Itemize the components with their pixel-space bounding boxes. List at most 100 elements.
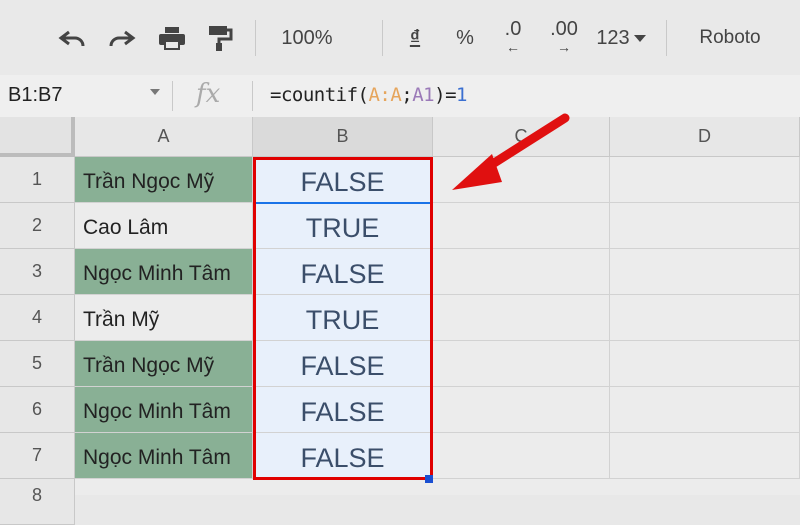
cell-d7[interactable] (610, 433, 800, 479)
right-arrow-icon: → (557, 39, 571, 55)
zoom-select[interactable]: 100% (272, 22, 342, 54)
row-label: 1 (31, 169, 42, 189)
row-label: 7 (31, 445, 42, 465)
cell-text: FALSE (300, 397, 385, 427)
cell-text: FALSE (300, 351, 385, 381)
zoom-value: 100% (281, 26, 333, 49)
cell-d4[interactable] (610, 295, 800, 341)
increase-decimal-label: .00 (550, 18, 578, 40)
cell-text: Trần Ngọc Mỹ (83, 354, 215, 377)
cell-c2[interactable] (433, 203, 610, 249)
row-header[interactable]: 5 (0, 341, 75, 387)
cell-c6[interactable] (433, 387, 610, 433)
formula-number: 1 (456, 84, 467, 106)
cell-c5[interactable] (433, 341, 610, 387)
row-header[interactable]: 4 (0, 295, 75, 341)
cell-text: Ngọc Minh Tâm (83, 400, 231, 423)
font-label: Roboto (699, 27, 761, 48)
formula-bar: B1:B7 fx =countif(A:A;A1)=1 (0, 75, 800, 118)
column-label: D (698, 126, 711, 146)
divider (252, 81, 253, 111)
more-formats-button[interactable]: 123 (592, 22, 650, 54)
cell-text: Ngọc Minh Tâm (83, 262, 231, 285)
cell-c4[interactable] (433, 295, 610, 341)
cell-text: FALSE (300, 443, 385, 473)
decrease-decimal-label: .0 (504, 18, 522, 40)
annotation-arrow-icon (452, 113, 570, 190)
cell-a3[interactable]: Ngọc Minh Tâm (75, 249, 253, 295)
row-header[interactable]: 8 (0, 479, 75, 525)
cell-a2[interactable]: Cao Lâm (75, 203, 253, 249)
cell-text: Trần Mỹ (83, 308, 160, 331)
font-select[interactable]: Roboto (685, 22, 775, 54)
row-header[interactable]: 3 (0, 249, 75, 295)
formula-range: A:A (368, 84, 402, 106)
cell-d3[interactable] (610, 249, 800, 295)
increase-decimal-button[interactable]: .00 → (543, 18, 585, 55)
paint-format-icon[interactable] (200, 22, 240, 54)
row-label: 2 (31, 215, 42, 235)
formula-input[interactable]: =countif(A:A;A1)=1 (270, 84, 467, 106)
column-header-b[interactable]: B (253, 117, 433, 157)
cell-text: TRUE (305, 305, 380, 335)
currency-format-button[interactable]: ₫ (400, 22, 430, 54)
row-label: 5 (31, 353, 42, 373)
divider (172, 81, 173, 111)
cell-b7[interactable]: FALSE (253, 433, 433, 479)
fx-icon: fx (196, 79, 220, 109)
cell-d2[interactable] (610, 203, 800, 249)
cell-text: Trần Ngọc Mỹ (83, 170, 215, 193)
spreadsheet-grid: A B C D 1 2 3 4 5 6 7 8 Trần Ngọc Mỹ Cao… (0, 117, 800, 525)
cell-d1[interactable] (610, 157, 800, 203)
cell-a7[interactable]: Ngọc Minh Tâm (75, 433, 253, 479)
column-label: A (157, 126, 170, 146)
name-box[interactable]: B1:B7 (8, 84, 62, 107)
chevron-down-icon (633, 34, 646, 42)
cell-b1[interactable]: FALSE (253, 157, 433, 203)
column-header-d[interactable]: D (610, 117, 800, 157)
cell-a6[interactable]: Ngọc Minh Tâm (75, 387, 253, 433)
cell-d6[interactable] (610, 387, 800, 433)
row-header[interactable]: 1 (0, 157, 75, 203)
row-header[interactable]: 7 (0, 433, 75, 479)
cell-a5[interactable]: Trần Ngọc Mỹ (75, 341, 253, 387)
column-header-a[interactable]: A (75, 117, 253, 157)
row-label: 8 (31, 485, 42, 505)
name-box-value: B1:B7 (8, 84, 63, 106)
fill-handle[interactable] (425, 475, 433, 483)
column-label: B (336, 126, 349, 146)
toolbar-divider (382, 20, 383, 56)
cell-text: FALSE (300, 259, 385, 289)
select-all-corner[interactable] (0, 117, 75, 157)
formula-part: ; (401, 84, 413, 106)
redo-icon[interactable] (102, 22, 142, 54)
percent-label: % (456, 26, 474, 49)
print-icon[interactable] (152, 22, 192, 54)
cell-text: TRUE (305, 213, 380, 243)
cell-b2[interactable]: TRUE (253, 203, 433, 249)
currency-label: ₫ (409, 26, 421, 49)
cell-b6[interactable]: FALSE (253, 387, 433, 433)
row-label: 6 (31, 399, 42, 419)
formula-part: =countif( (270, 84, 369, 106)
cell-a4[interactable]: Trần Mỹ (75, 295, 253, 341)
cell-b5[interactable]: FALSE (253, 341, 433, 387)
fx-label: fx (196, 79, 221, 109)
cell-b4[interactable]: TRUE (253, 295, 433, 341)
row-header[interactable]: 6 (0, 387, 75, 433)
toolbar-divider (255, 20, 256, 56)
row-label: 3 (31, 261, 42, 281)
cell-c3[interactable] (433, 249, 610, 295)
cell-b3[interactable]: FALSE (253, 249, 433, 295)
active-cell-indicator (256, 202, 430, 204)
more-formats-label: 123 (596, 26, 630, 49)
row-header[interactable]: 2 (0, 203, 75, 249)
row-label: 4 (31, 307, 42, 327)
percent-format-button[interactable]: % (450, 22, 480, 54)
cell-a1[interactable]: Trần Ngọc Mỹ (75, 157, 253, 203)
cell-d5[interactable] (610, 341, 800, 387)
chevron-down-icon[interactable] (150, 89, 160, 95)
decrease-decimal-button[interactable]: .0 ← (495, 18, 531, 55)
cell-c7[interactable] (433, 433, 610, 479)
undo-icon[interactable] (52, 22, 92, 54)
